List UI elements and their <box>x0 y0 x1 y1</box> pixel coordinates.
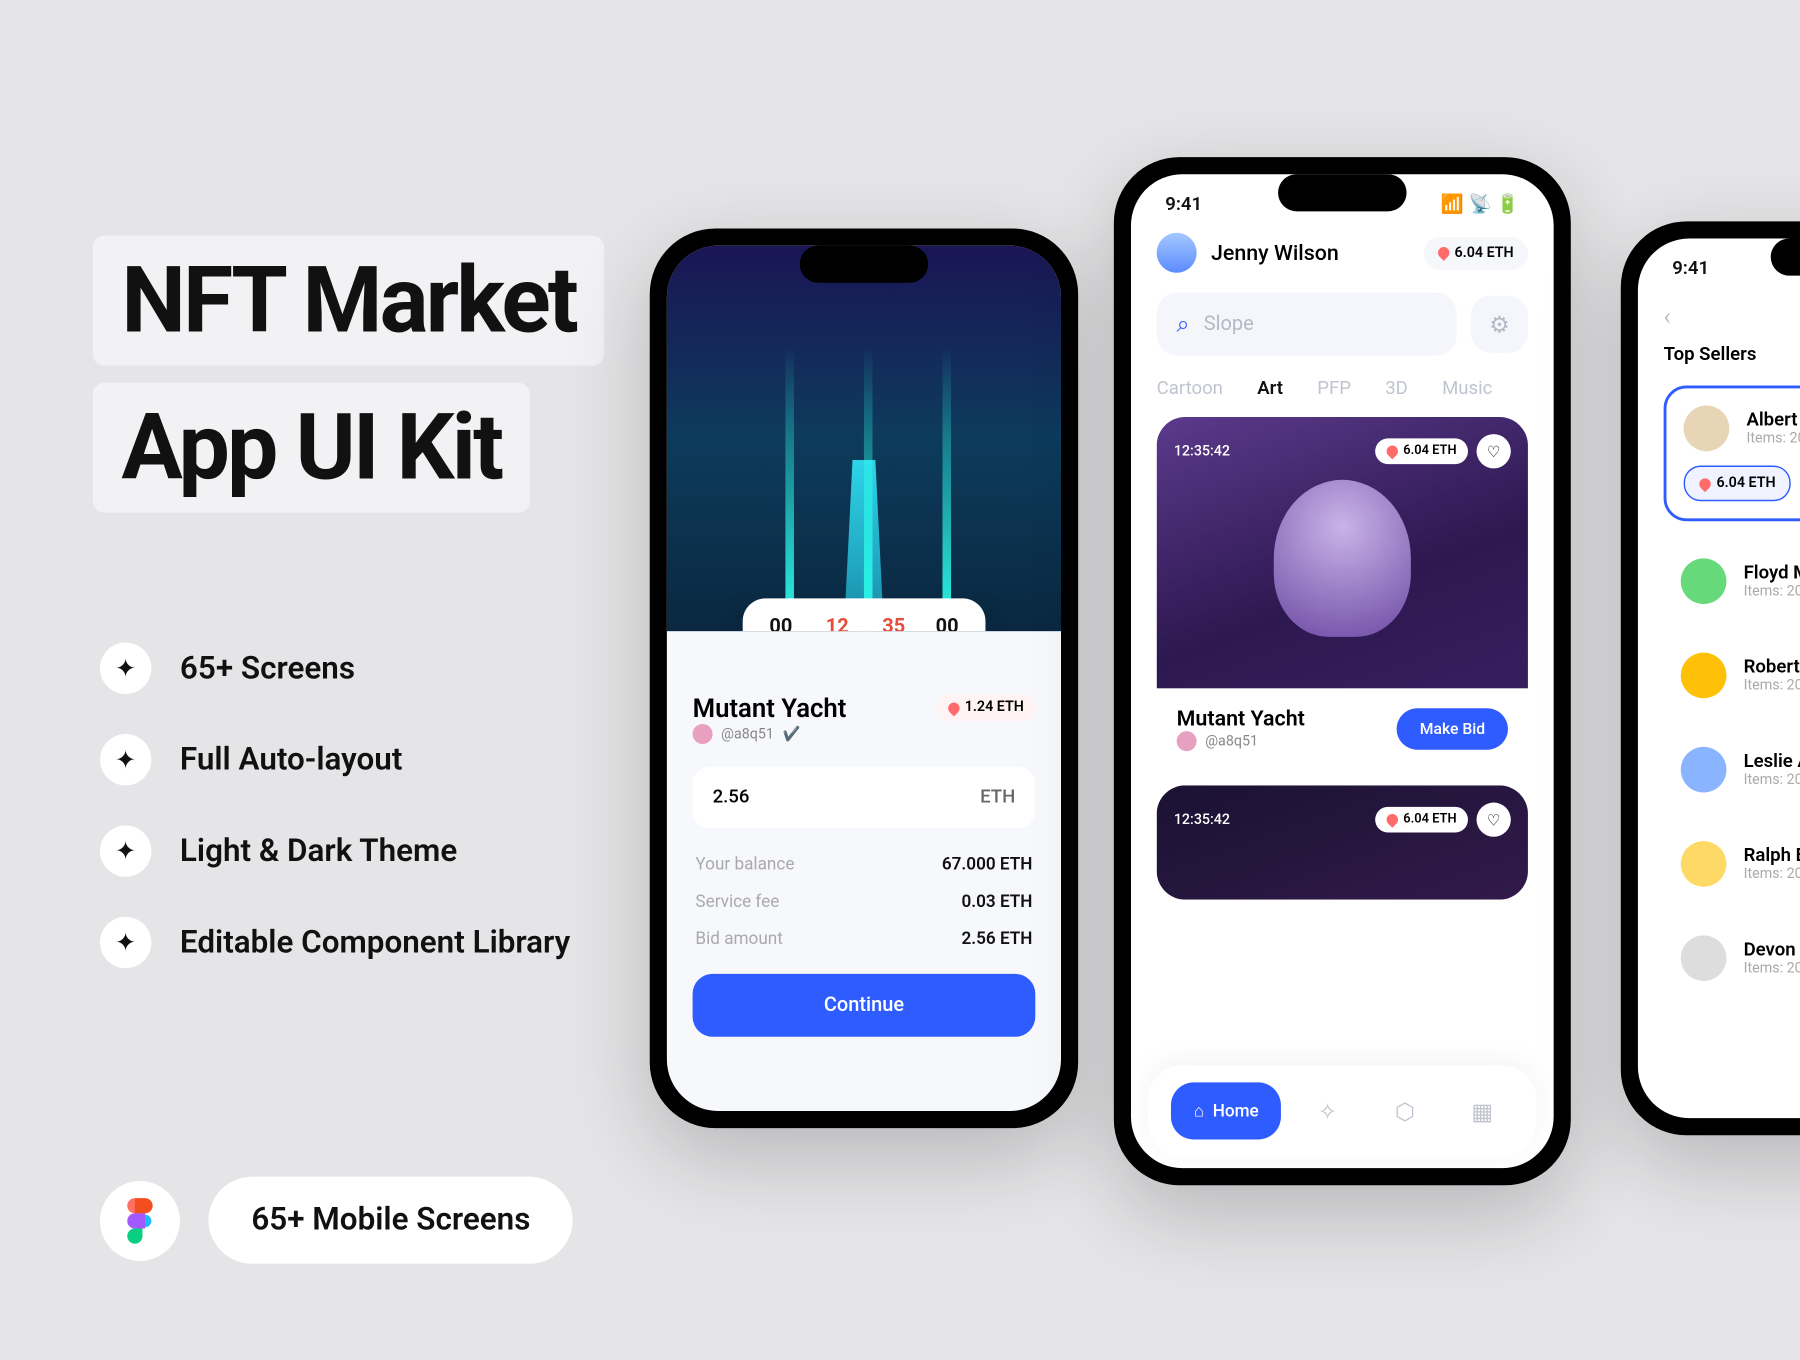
diamond-icon: ✦ <box>100 734 151 785</box>
search-input[interactable]: ⌕ Slope <box>1157 293 1457 356</box>
avatar-icon <box>1157 233 1197 273</box>
tab-cartoon[interactable]: Cartoon <box>1157 378 1223 399</box>
grid-icon: ▦ <box>1471 1097 1493 1124</box>
nft-card[interactable]: 12:35:42 6.04 ETH ♡ <box>1157 785 1528 899</box>
nav-discover[interactable]: ✧ <box>1296 1082 1359 1139</box>
section-title: Top Sellers <box>1664 344 1800 365</box>
nav-create[interactable]: ⬡ <box>1373 1082 1436 1139</box>
phone-home-screen: 9:41 📶 📡 🔋 Jenny Wilson 6.04 ETH ⌕ Slope… <box>1114 157 1571 1185</box>
status-icons: 📶 📡 🔋 <box>1441 194 1520 215</box>
seller-row[interactable]: Robert FoxItems: 2069 <box>1664 638 1800 712</box>
card-price-chip: 6.04 ETH <box>1375 807 1468 833</box>
nft-card[interactable]: 12:35:42 6.04 ETH ♡ Mutant Yacht @a8q51 … <box>1157 417 1528 771</box>
card-timer: 12:35:42 <box>1174 443 1230 459</box>
figma-icon <box>100 1180 180 1260</box>
feature-label: Full Auto-layout <box>180 742 402 778</box>
nft-hero-image: 00Days 12Hours 35Mins 00Secs <box>667 246 1061 632</box>
diamond-icon: ✦ <box>100 643 151 694</box>
phone-sellers-screen: 9:41 ‹ Top Sellers Albert Flores Items: … <box>1621 221 1800 1135</box>
seller-row[interactable]: Floyd MilesItems: 2069 <box>1664 544 1800 618</box>
diamond-icon: ✦ <box>100 825 151 876</box>
fee-value: 0.03 ETH <box>961 891 1032 911</box>
status-time: 9:41 <box>1672 258 1709 279</box>
like-button[interactable]: ♡ <box>1477 803 1511 837</box>
balance-value: 67.000 ETH <box>942 854 1033 874</box>
feature-list: ✦ 65+ Screens ✦ Full Auto-layout ✦ Light… <box>100 643 570 969</box>
feature-label: Editable Component Library <box>180 925 570 961</box>
continue-button[interactable]: Continue <box>693 974 1036 1037</box>
compass-icon: ✧ <box>1318 1097 1337 1124</box>
card-title: Mutant Yacht <box>1177 705 1305 731</box>
price-chip: 1.24 ETH <box>936 694 1035 721</box>
back-button[interactable]: ‹ <box>1664 303 1671 330</box>
bid-label: Bid amount <box>695 928 782 948</box>
user-profile[interactable]: Jenny Wilson <box>1157 233 1339 273</box>
tab-art[interactable]: Art <box>1257 378 1283 399</box>
seller-row[interactable]: Leslie AlexanderItems: 2069 <box>1664 733 1800 807</box>
search-icon: ⌕ <box>1177 310 1190 339</box>
tab-pfp[interactable]: PFP <box>1317 378 1351 399</box>
nav-home[interactable]: ⌂Home <box>1171 1082 1282 1139</box>
bid-amount-input[interactable]: 2.56 ETH <box>693 767 1036 828</box>
tab-3d[interactable]: 3D <box>1385 378 1408 399</box>
balance-chip[interactable]: 6.04 ETH <box>1423 236 1528 269</box>
featured-seller-card[interactable]: Albert Flores Items: 2069 6.04 ETH <box>1664 386 1800 522</box>
home-icon: ⌂ <box>1194 1101 1204 1121</box>
screens-pill: 65+ Mobile Screens <box>208 1177 573 1264</box>
hero-title-line2: App UI Kit <box>93 383 530 513</box>
fee-label: Service fee <box>695 891 779 911</box>
phone-bid-screen: 00Days 12Hours 35Mins 00Secs Mutant Yach… <box>650 228 1078 1128</box>
diamond-icon: ✦ <box>100 917 151 968</box>
nft-title: Mutant Yacht <box>693 694 847 724</box>
tab-music[interactable]: Music <box>1442 378 1492 399</box>
creator-row[interactable]: @a8q51✔️ <box>693 724 847 744</box>
hero-title-line1: NFT Market <box>93 236 605 366</box>
hex-icon: ⬡ <box>1395 1097 1415 1124</box>
feature-label: 65+ Screens <box>180 650 355 686</box>
feature-label: Light & Dark Theme <box>180 833 457 869</box>
seller-row[interactable]: Ralph EdwardsItems: 2069 <box>1664 827 1800 901</box>
nav-more[interactable]: ▦ <box>1451 1082 1514 1139</box>
card-timer: 12:35:42 <box>1174 812 1230 828</box>
like-button[interactable]: ♡ <box>1477 434 1511 468</box>
seller-price-chip: 6.04 ETH <box>1684 466 1792 502</box>
bid-value: 2.56 ETH <box>961 928 1032 948</box>
make-bid-button[interactable]: Make Bid <box>1397 708 1508 749</box>
card-price-chip: 6.04 ETH <box>1375 438 1468 464</box>
seller-row[interactable]: Devon LaneItems: 2069 <box>1664 921 1800 995</box>
creator-avatar-icon <box>693 724 713 744</box>
seller-avatar-icon <box>1684 406 1730 452</box>
countdown-timer: 00Days 12Hours 35Mins 00Secs <box>743 598 985 631</box>
status-time: 9:41 <box>1165 194 1202 215</box>
balance-label: Your balance <box>695 854 794 874</box>
filter-button[interactable]: ⚙ <box>1471 296 1528 353</box>
